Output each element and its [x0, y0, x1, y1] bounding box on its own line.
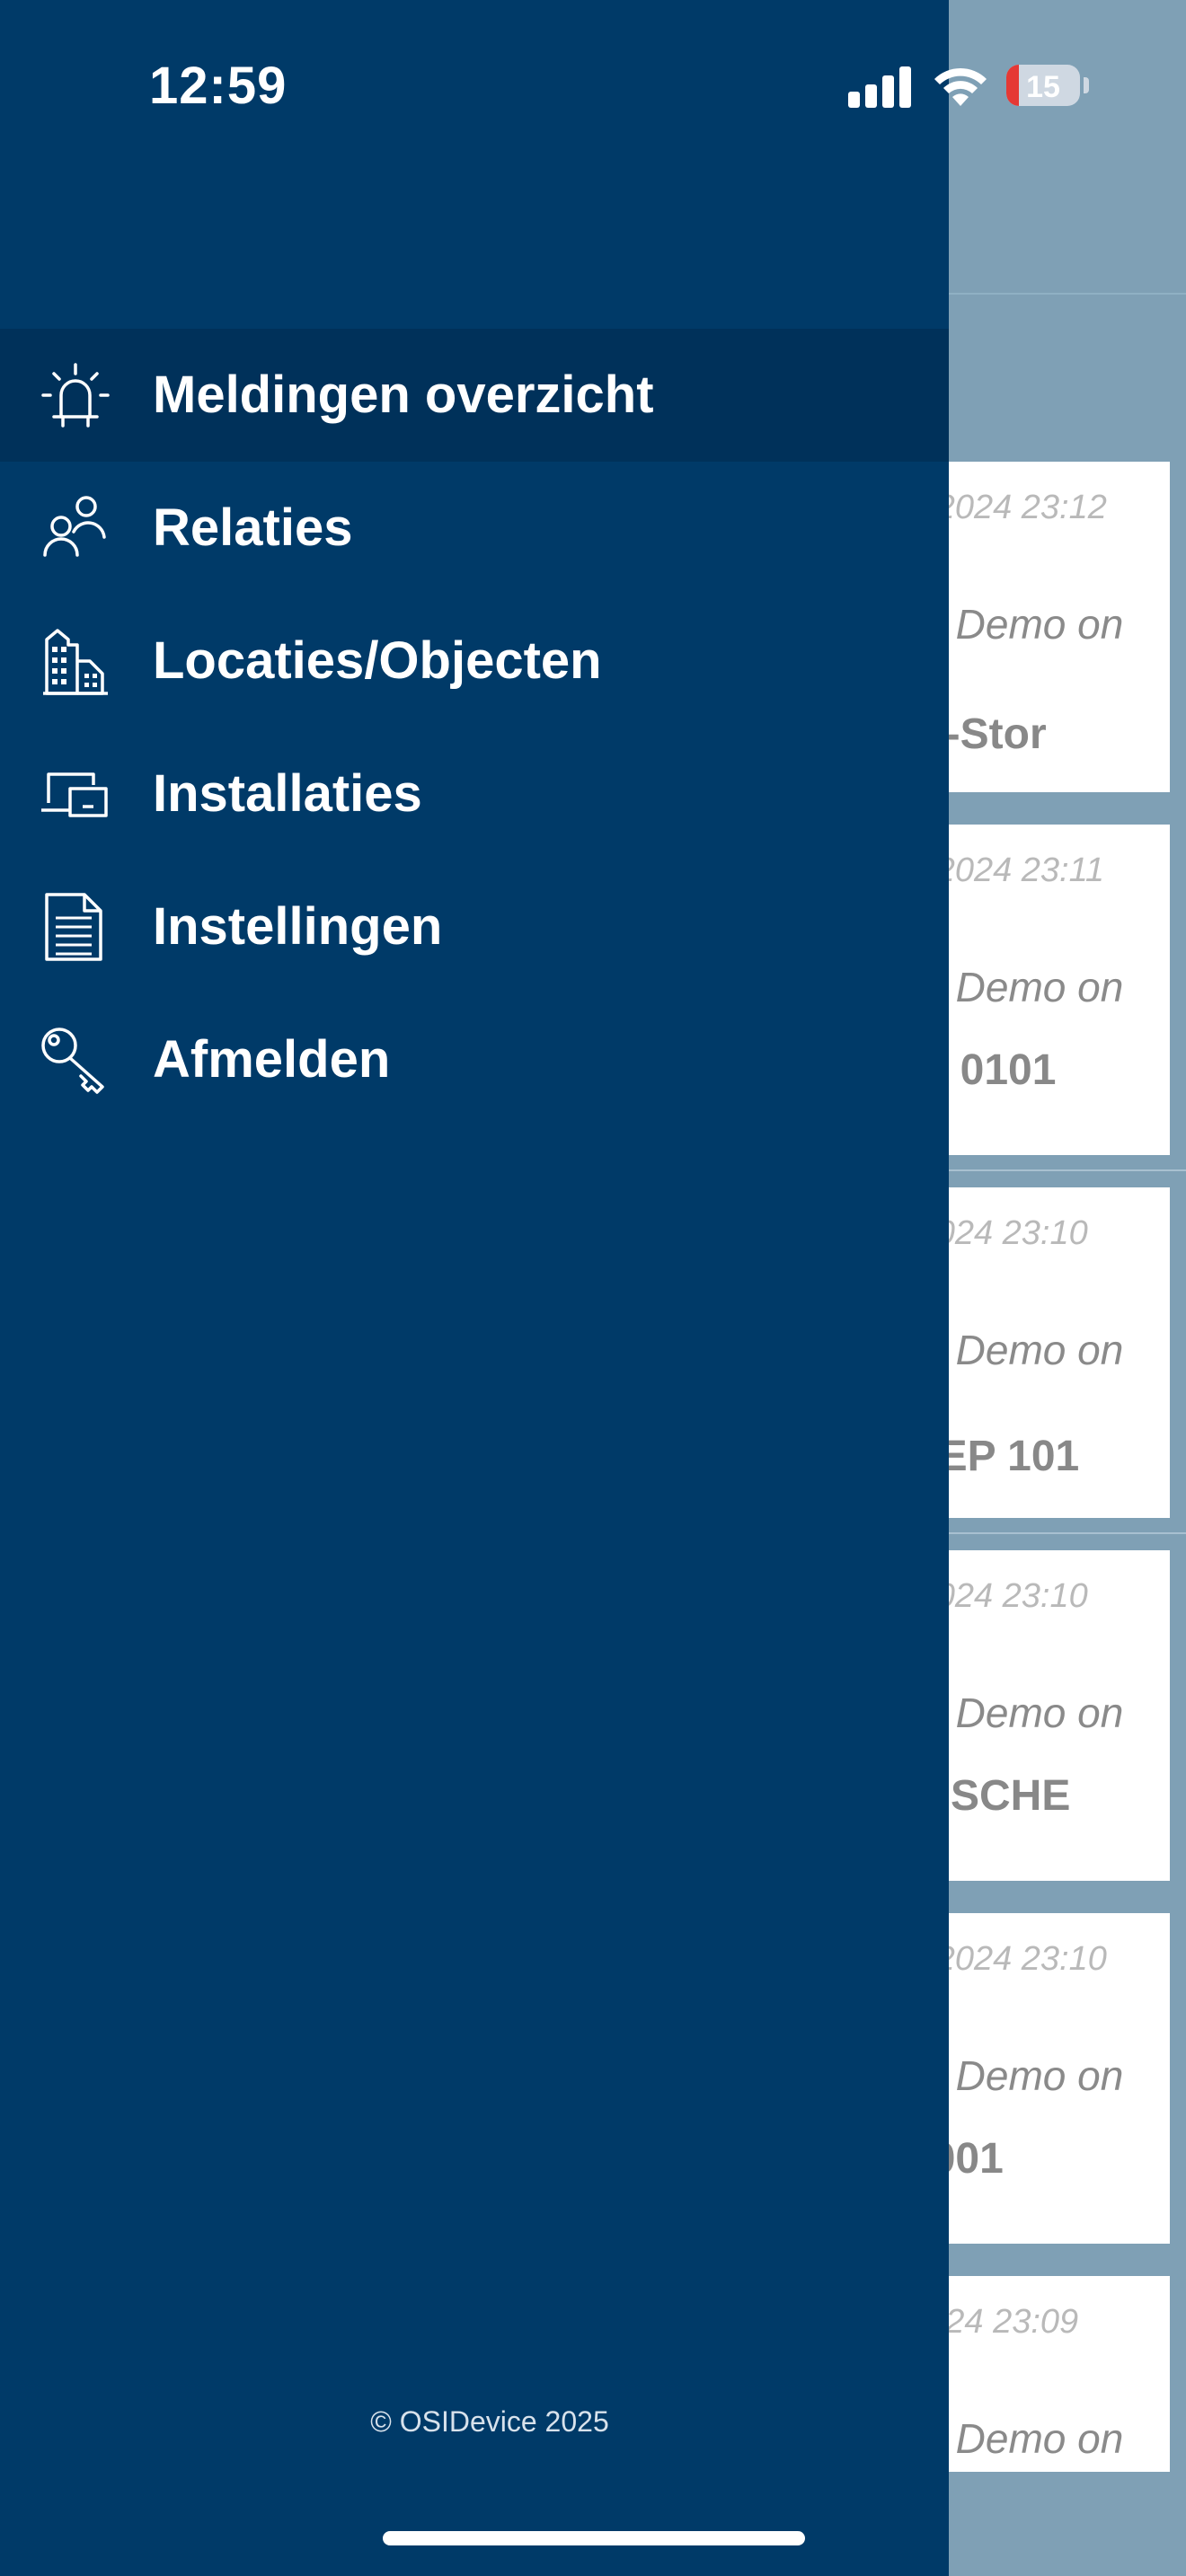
divider: [949, 1532, 1186, 1534]
cellular-signal-icon: [848, 63, 913, 108]
document-icon: [45, 893, 102, 961]
copyright-footer: © OSIDevice 2025: [370, 2405, 609, 2438]
home-indicator[interactable]: [383, 2531, 805, 2545]
wifi-icon: [934, 67, 987, 106]
divider: [949, 1169, 1186, 1171]
battery-icon: 15: [1006, 65, 1080, 106]
menu-item-label: Instellingen: [153, 897, 443, 956]
menu-item-afmelden[interactable]: Afmelden: [0, 993, 949, 1126]
devices-icon: [41, 772, 108, 817]
menu-item-installaties[interactable]: Installaties: [0, 728, 949, 860]
menu-item-meldingen-overzicht[interactable]: Meldingen overzicht: [0, 329, 949, 462]
menu-item-label: Meldingen overzicht: [153, 366, 654, 424]
alarm-light-icon: [41, 363, 110, 428]
status-time: 12:59: [149, 57, 288, 115]
battery-tip: [1084, 77, 1089, 93]
menu-item-label: Locaties/Objecten: [153, 631, 602, 690]
menu-item-locaties-objecten[interactable]: Locaties/Objecten: [0, 595, 949, 728]
drawer-menu: Meldingen overzicht Relaties Locaties/Ob…: [0, 329, 949, 1126]
menu-item-label: Afmelden: [153, 1030, 391, 1089]
menu-item-instellingen[interactable]: Instellingen: [0, 860, 949, 993]
menu-item-label: Relaties: [153, 498, 353, 557]
key-icon: [41, 1028, 104, 1094]
header-divider: [949, 293, 1186, 295]
status-icons: 15: [848, 63, 1091, 113]
navigation-drawer: 12:59 15 Meldingen overzicht Relaties Lo…: [0, 0, 1089, 2576]
battery-level: 15: [1026, 70, 1060, 104]
people-icon: [43, 496, 106, 557]
buildings-icon: [43, 629, 108, 695]
menu-item-relaties[interactable]: Relaties: [0, 462, 949, 595]
menu-item-label: Installaties: [153, 764, 422, 823]
